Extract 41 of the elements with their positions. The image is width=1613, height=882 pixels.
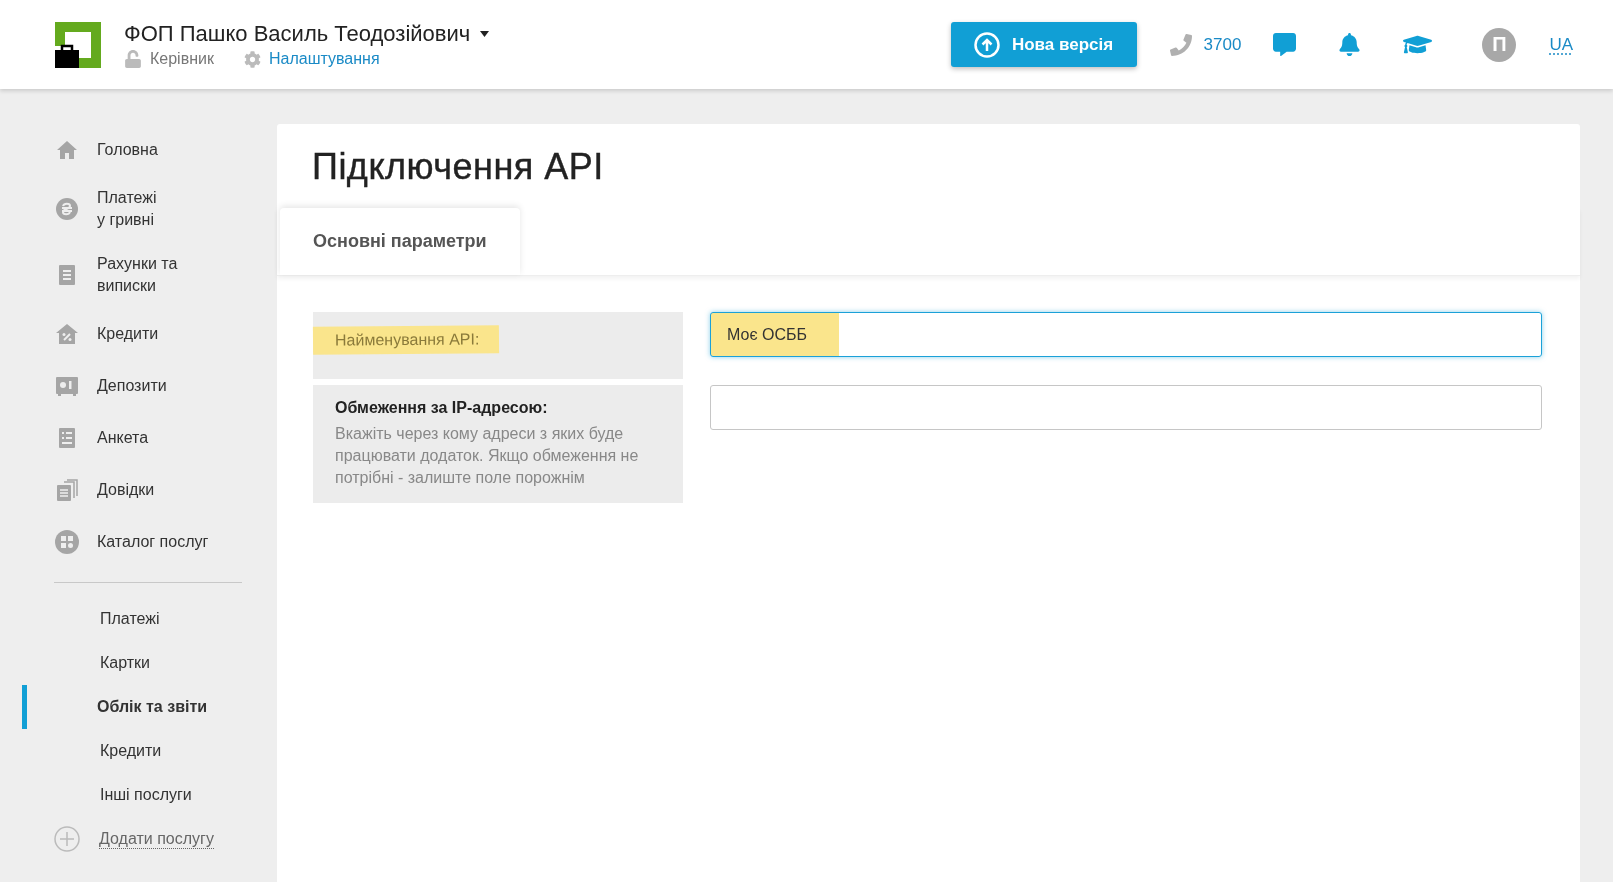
sidebar-item[interactable]: Рахунки та виписки: [0, 242, 277, 308]
settings-link[interactable]: Налаштування: [268, 50, 380, 68]
chat-icon[interactable]: [1273, 33, 1297, 56]
safe-icon: [55, 374, 79, 398]
home-icon: [55, 138, 79, 162]
selection-indicator: [22, 685, 27, 729]
logo-icon: [55, 21, 101, 68]
hryvnia-icon: [55, 197, 79, 221]
page-title: Підключення API: [312, 146, 605, 188]
phone-icon: [1169, 33, 1192, 56]
sidebar-item[interactable]: Анкета: [0, 412, 277, 464]
sidebar-item[interactable]: Депозити: [0, 360, 277, 412]
field-hint: Вкажіть через кому адреси з яких буде працювати додаток. Якщо обмеження не потрібні - залиште поле порожнім: [335, 424, 640, 488]
unlocked-icon: [124, 50, 142, 68]
sidebar-item[interactable]: Каталог послуг: [0, 516, 277, 568]
sidebar-item[interactable]: Платежі у гривні: [0, 176, 277, 242]
sidebar-subitem[interactable]: Платежі: [0, 597, 277, 641]
role-label: Керівник: [150, 50, 214, 68]
add-icon[interactable]: [54, 826, 80, 852]
input-field[interactable]: [710, 385, 1542, 430]
settings-icon: [243, 50, 261, 68]
field-label: Обмеження за IP-адресою:: [335, 399, 549, 417]
house-percent-icon: [55, 322, 79, 346]
field-label: Найменування API:: [334, 330, 480, 349]
sidebar-subitem[interactable]: Інші послуги: [0, 773, 277, 817]
caret-icon[interactable]: [480, 31, 490, 37]
sidebar-subitem[interactable]: Кредити: [0, 729, 277, 773]
sidebar-item[interactable]: Кредити: [0, 308, 277, 360]
documents-icon: [55, 478, 79, 502]
phone-number[interactable]: 3700: [1203, 34, 1242, 55]
input-field[interactable]: Моє ОСББ: [710, 312, 1542, 357]
add-service-link[interactable]: Додати послугу: [99, 829, 214, 849]
catalog-icon: [55, 530, 79, 554]
language-switch[interactable]: UA: [1549, 34, 1573, 55]
sidebar-item[interactable]: Головна: [0, 124, 277, 176]
tab[interactable]: Основні параметри: [280, 208, 520, 275]
bell-icon[interactable]: [1338, 33, 1362, 56]
sidebar-subitem[interactable]: Картки: [0, 641, 277, 685]
sidebar-subitem[interactable]: Облік та звіти: [0, 685, 277, 729]
sidebar-item[interactable]: Довідки: [0, 464, 277, 516]
company-name: ФОП Пашко Василь Теодозійович: [124, 21, 471, 47]
